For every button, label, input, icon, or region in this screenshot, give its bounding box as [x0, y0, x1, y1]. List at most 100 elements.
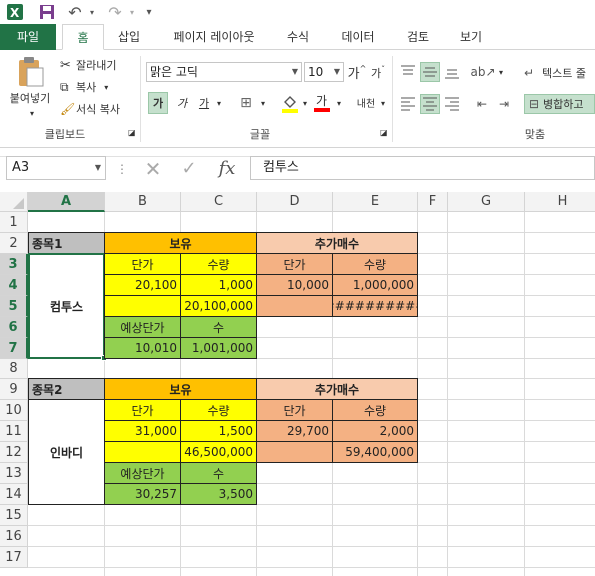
align-center-icon[interactable] [420, 94, 440, 114]
bold-button[interactable]: 가 [148, 92, 168, 114]
phonetic-dropdown-icon[interactable]: ▾ [378, 92, 388, 114]
column-header[interactable]: B [105, 192, 181, 212]
save-icon[interactable] [36, 3, 58, 21]
row-header[interactable]: 6 [0, 317, 28, 338]
enter-icon[interactable]: ✓ [176, 158, 202, 180]
italic-button[interactable]: 가 [172, 92, 192, 114]
cell-e11[interactable]: 2,000 [332, 420, 418, 442]
row-header[interactable]: 13 [0, 463, 28, 484]
undo-dropdown-icon[interactable]: ▾ [86, 3, 98, 21]
paste-dropdown-icon[interactable]: ▾ [26, 108, 38, 118]
tab-page-layout[interactable]: 페이지 레이아웃 [160, 24, 268, 50]
column-header[interactable]: D [257, 192, 333, 212]
cell-d4[interactable]: 10,000 [256, 274, 333, 296]
row-header[interactable]: 5 [0, 296, 28, 317]
font-color-dropdown-icon[interactable]: ▾ [334, 92, 344, 114]
undo-icon[interactable]: ↶ [64, 3, 86, 22]
cell-b5[interactable] [104, 295, 181, 317]
cell-d3[interactable]: 단가 [256, 253, 333, 275]
wrap-text-button[interactable]: ↵ 텍스트 줄 [524, 64, 586, 82]
underline-dropdown-icon[interactable]: ▾ [214, 92, 224, 114]
clipboard-launcher-icon[interactable]: ◪ [128, 128, 136, 137]
redo-icon[interactable]: ↷ [104, 3, 126, 22]
column-header[interactable]: A [28, 192, 105, 212]
cell-c10[interactable]: 수량 [180, 399, 257, 421]
cell-b4[interactable]: 20,100 [104, 274, 181, 296]
row-header[interactable]: 17 [0, 547, 28, 568]
font-color-icon[interactable]: 가 [312, 90, 332, 114]
cell-c13[interactable]: 수 [180, 462, 257, 484]
cell-b7[interactable]: 10,010 [104, 337, 181, 359]
cell-c3[interactable]: 수량 [180, 253, 257, 275]
increase-indent-icon[interactable]: ⇥ [494, 94, 514, 114]
tab-insert[interactable]: 삽입 [108, 24, 150, 50]
grow-font-button[interactable]: 가 ^ [348, 62, 367, 82]
row-header[interactable]: 8 [0, 359, 28, 379]
cell-c5[interactable]: 20,100,000 [180, 295, 257, 317]
name-box[interactable]: A3 ▼ [6, 156, 106, 180]
row-header[interactable]: 7 [0, 338, 28, 359]
column-header[interactable]: F [418, 192, 448, 212]
insert-function-button[interactable]: fx [212, 158, 242, 180]
paste-button[interactable]: 붙여넣기 [4, 90, 56, 106]
row-header[interactable]: 12 [0, 442, 28, 463]
cell-b14[interactable]: 30,257 [104, 483, 181, 505]
tab-data[interactable]: 데이터 [330, 24, 386, 50]
fill-color-icon[interactable] [280, 92, 300, 114]
merge-center-button[interactable]: ⊟ 병합하고 [524, 94, 595, 114]
border-icon[interactable]: ⊞ [236, 92, 256, 114]
copy-button[interactable]: ⧉ 복사 ▾ [60, 78, 108, 96]
worksheet-grid[interactable]: A B C D E F G H 1 2 3 4 5 6 7 8 9 10 11 … [0, 192, 595, 576]
row-header[interactable]: 14 [0, 484, 28, 505]
align-right-icon[interactable] [442, 94, 462, 114]
font-launcher-icon[interactable]: ◪ [380, 128, 388, 137]
decrease-indent-icon[interactable]: ⇤ [472, 94, 492, 114]
customize-toolbar-button[interactable]: ▾ [142, 3, 156, 21]
row-header[interactable]: 15 [0, 505, 28, 526]
cell-d12[interactable] [256, 441, 333, 463]
tab-view[interactable]: 보기 [450, 24, 492, 50]
cell-a9[interactable]: 종목2 [28, 378, 105, 400]
cell-e10[interactable]: 수량 [332, 399, 418, 421]
font-size-select[interactable]: 10 ▼ [304, 62, 344, 82]
cell-a3-selected[interactable]: 컴투스 [28, 253, 105, 359]
row-header[interactable]: 2 [0, 233, 28, 254]
formula-input[interactable]: 컴투스 [250, 156, 595, 180]
tab-formulas[interactable]: 수식 [276, 24, 320, 50]
cell-d2-add-header[interactable]: 추가매수 [256, 232, 418, 254]
align-left-icon[interactable] [398, 94, 418, 114]
shrink-font-button[interactable]: 가ˇ [370, 64, 386, 82]
align-top-icon[interactable] [398, 62, 418, 82]
cell-a2[interactable]: 종목1 [28, 232, 105, 254]
cell-d10[interactable]: 단가 [256, 399, 333, 421]
cell-b2-holding-header[interactable]: 보유 [104, 232, 257, 254]
fill-color-dropdown-icon[interactable]: ▾ [300, 92, 310, 114]
tab-file[interactable]: 파일 [0, 24, 56, 50]
phonetic-button[interactable]: 내천 [354, 90, 378, 114]
column-header[interactable]: H [525, 192, 595, 212]
row-header[interactable]: 11 [0, 421, 28, 442]
paste-icon[interactable] [8, 56, 52, 88]
cell-e12[interactable]: 59,400,000 [332, 441, 418, 463]
cell-b12[interactable] [104, 441, 181, 463]
row-header[interactable]: 10 [0, 400, 28, 421]
cell-c4[interactable]: 1,000 [180, 274, 257, 296]
cut-button[interactable]: ✂ 잘라내기 [60, 56, 116, 74]
orientation-dropdown-icon[interactable]: ▾ [496, 62, 506, 82]
cell-b6[interactable]: 예상단가 [104, 316, 181, 338]
select-all-button[interactable] [0, 192, 28, 212]
underline-button[interactable]: 가 [194, 92, 214, 114]
column-header[interactable]: C [181, 192, 257, 212]
cell-d9-add-header[interactable]: 추가매수 [256, 378, 418, 400]
cell-e3[interactable]: 수량 [332, 253, 418, 275]
format-painter-button[interactable]: 🖌 서식 복사 [60, 100, 120, 118]
cell-c12[interactable]: 46,500,000 [180, 441, 257, 463]
column-header[interactable]: E [333, 192, 418, 212]
tab-review[interactable]: 검토 [396, 24, 440, 50]
align-bottom-icon[interactable] [442, 62, 462, 82]
row-header[interactable]: 16 [0, 526, 28, 547]
cell-b3[interactable]: 단가 [104, 253, 181, 275]
copy-dropdown-icon[interactable]: ▾ [104, 83, 108, 92]
cell-c7[interactable]: 1,001,000 [180, 337, 257, 359]
cell-c11[interactable]: 1,500 [180, 420, 257, 442]
